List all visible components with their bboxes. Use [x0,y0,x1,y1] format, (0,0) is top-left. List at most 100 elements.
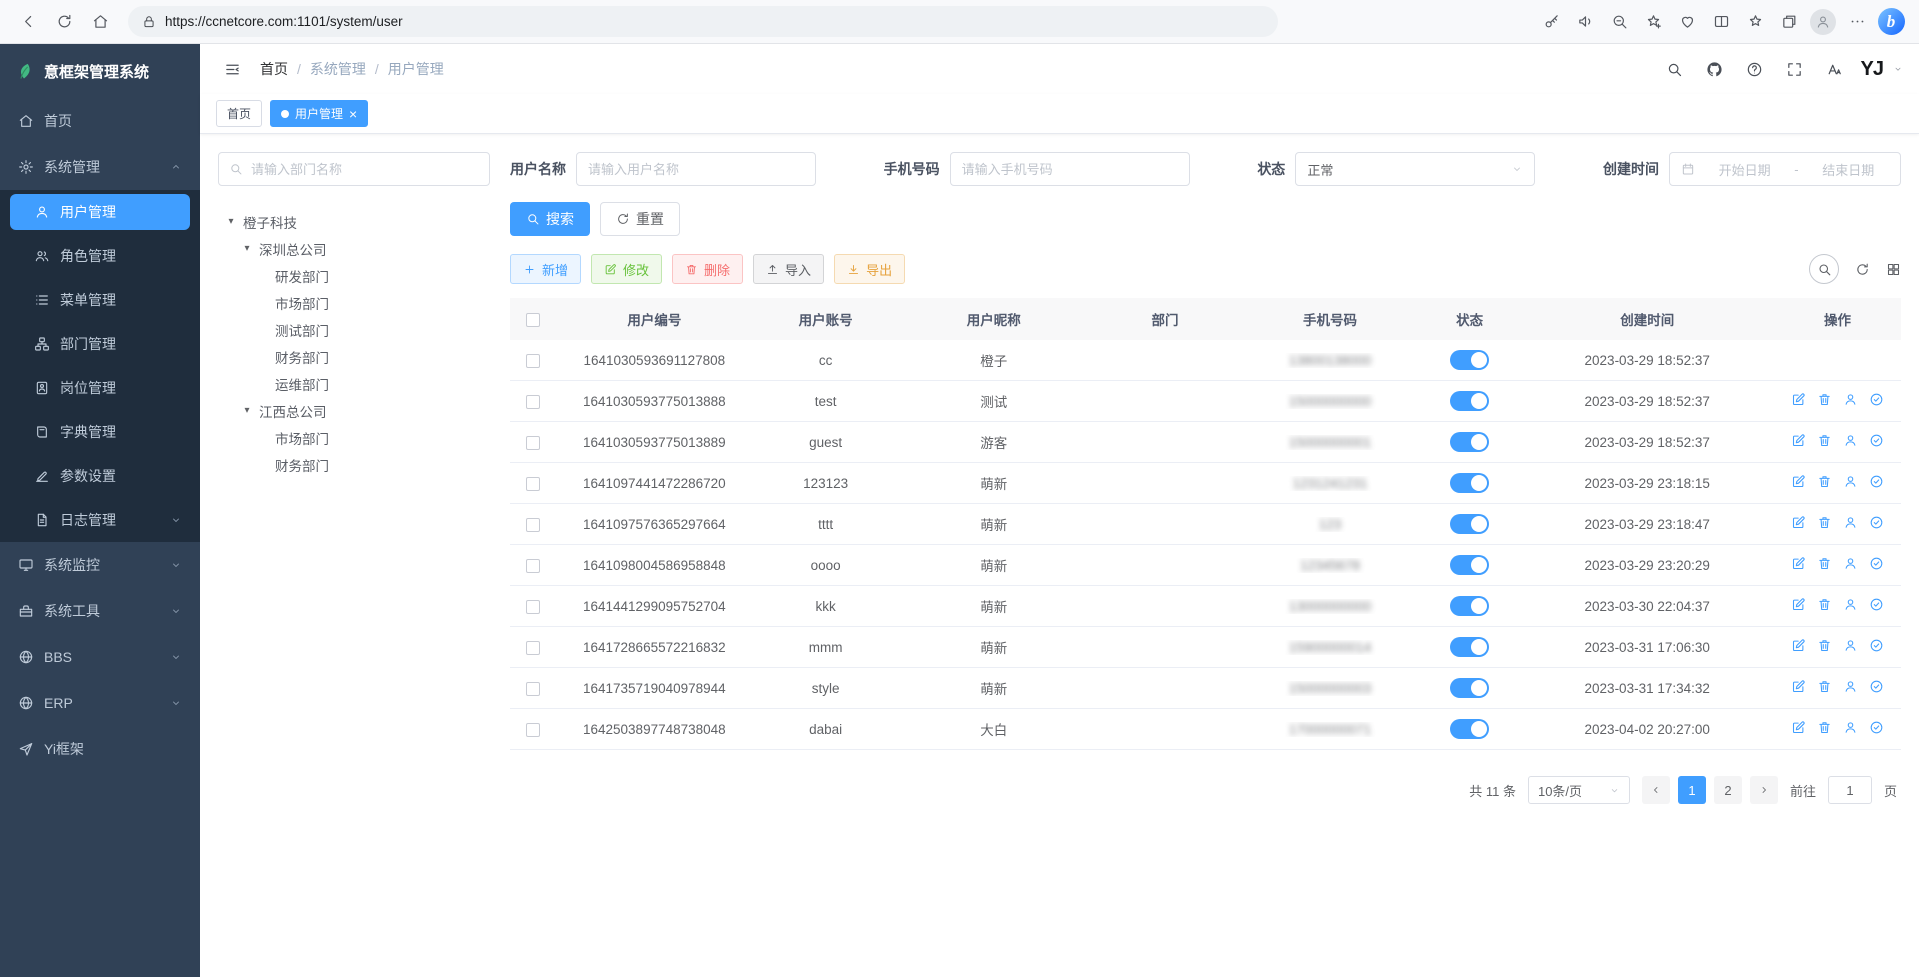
sidebar-item-erp[interactable]: ERP [0,680,200,726]
edit-action-icon[interactable] [1791,556,1806,571]
sidebar-item-config[interactable]: 参数设置 [0,454,200,498]
tree-node[interactable]: ▾深圳总公司 [218,235,490,262]
row-checkbox[interactable] [526,641,540,655]
reset-button[interactable]: 重置 [600,202,680,236]
close-tab-icon[interactable]: × [349,107,357,121]
favorites-button[interactable] [1739,6,1771,38]
row-checkbox[interactable] [526,518,540,532]
edit-action-icon[interactable] [1791,515,1806,530]
status-toggle[interactable] [1450,391,1489,411]
prev-page-button[interactable] [1642,776,1670,804]
sidebar-toggle[interactable] [216,53,248,85]
tree-node[interactable]: ▾橙子科技 [218,208,490,235]
sidebar-item-role[interactable]: 角色管理 [0,234,200,278]
date-range-picker[interactable]: 开始日期 - 结束日期 [1669,152,1901,186]
avatar-dropdown-icon[interactable] [1893,64,1903,74]
row-checkbox[interactable] [526,477,540,491]
row-checkbox[interactable] [526,682,540,696]
breadcrumb-home[interactable]: 首页 [260,59,288,79]
reset-password-action-icon[interactable] [1843,720,1858,735]
sidebar-item-log[interactable]: 日志管理 [0,498,200,542]
sidebar-item-tools[interactable]: 系统工具 [0,588,200,634]
modify-button[interactable]: 修改 [591,254,662,284]
edit-action-icon[interactable] [1791,720,1806,735]
profile-button[interactable] [1807,6,1839,38]
delete-action-icon[interactable] [1817,638,1832,653]
edit-action-icon[interactable] [1791,597,1806,612]
toggle-search-button[interactable] [1809,254,1839,284]
tree-node[interactable]: 市场部门 [218,289,490,316]
tree-node[interactable]: 市场部门 [218,424,490,451]
delete-action-icon[interactable] [1817,474,1832,489]
help-button[interactable] [1739,53,1771,85]
import-button[interactable]: 导入 [753,254,824,284]
edit-action-icon[interactable] [1791,638,1806,653]
tree-node[interactable]: 运维部门 [218,370,490,397]
copilot-button[interactable] [1875,6,1907,38]
phone-input[interactable] [962,162,1178,177]
address-bar[interactable]: https://ccnetcore.com:1101/system/user [128,6,1278,37]
collections-button[interactable] [1773,6,1805,38]
reset-password-action-icon[interactable] [1843,597,1858,612]
add-button[interactable]: 新增 [510,254,581,284]
next-page-button[interactable] [1750,776,1778,804]
tab-user-management[interactable]: 用户管理 × [270,100,368,127]
assign-role-action-icon[interactable] [1869,597,1884,612]
tree-node[interactable]: 研发部门 [218,262,490,289]
assign-role-action-icon[interactable] [1869,474,1884,489]
tree-caret-icon[interactable]: ▾ [240,405,254,416]
sidebar-item-bbs[interactable]: BBS [0,634,200,680]
tree-node[interactable]: 财务部门 [218,451,490,478]
reset-password-action-icon[interactable] [1843,392,1858,407]
page-size-select[interactable]: 10条/页 [1528,776,1630,804]
assign-role-action-icon[interactable] [1869,720,1884,735]
tree-node[interactable]: 财务部门 [218,343,490,370]
status-select[interactable]: 正常 [1295,152,1535,186]
edit-action-icon[interactable] [1791,433,1806,448]
page-button-1[interactable]: 1 [1678,776,1706,804]
reset-password-action-icon[interactable] [1843,433,1858,448]
browser-back-button[interactable] [12,6,44,38]
row-checkbox[interactable] [526,559,540,573]
assign-role-action-icon[interactable] [1869,638,1884,653]
reset-password-action-icon[interactable] [1843,556,1858,571]
assign-role-action-icon[interactable] [1869,392,1884,407]
page-button-2[interactable]: 2 [1714,776,1742,804]
delete-button[interactable]: 删除 [672,254,743,284]
sidebar-item-menu[interactable]: 菜单管理 [0,278,200,322]
reset-password-action-icon[interactable] [1843,679,1858,694]
tab-home[interactable]: 首页 [216,100,262,127]
header-search-button[interactable] [1659,53,1691,85]
font-size-button[interactable] [1819,53,1851,85]
reset-password-action-icon[interactable] [1843,474,1858,489]
tree-caret-icon[interactable]: ▾ [224,216,238,227]
status-toggle[interactable] [1450,432,1489,452]
status-toggle[interactable] [1450,596,1489,616]
browser-menu-button[interactable] [1841,6,1873,38]
status-toggle[interactable] [1450,350,1489,370]
browser-reload-button[interactable] [48,6,80,38]
edit-action-icon[interactable] [1791,392,1806,407]
assign-role-action-icon[interactable] [1869,679,1884,694]
sidebar-item-system[interactable]: 系统管理 [0,144,200,190]
sidebar-item-dept[interactable]: 部门管理 [0,322,200,366]
columns-button[interactable] [1886,262,1901,277]
status-toggle[interactable] [1450,555,1489,575]
delete-action-icon[interactable] [1817,720,1832,735]
zoom-button[interactable] [1603,6,1635,38]
breadcrumb-system[interactable]: 系统管理 [310,59,366,79]
sidebar-item-user[interactable]: 用户管理 [0,190,200,234]
reset-password-action-icon[interactable] [1843,638,1858,653]
read-aloud-button[interactable] [1569,6,1601,38]
browser-home-button[interactable] [84,6,116,38]
delete-action-icon[interactable] [1817,515,1832,530]
add-favorite-button[interactable] [1637,6,1669,38]
status-toggle[interactable] [1450,637,1489,657]
sidebar-item-dict[interactable]: 字典管理 [0,410,200,454]
row-checkbox[interactable] [526,600,540,614]
edit-action-icon[interactable] [1791,474,1806,489]
search-button[interactable]: 搜索 [510,202,590,236]
status-toggle[interactable] [1450,678,1489,698]
row-checkbox[interactable] [526,354,540,368]
tree-node[interactable]: ▾江西总公司 [218,397,490,424]
